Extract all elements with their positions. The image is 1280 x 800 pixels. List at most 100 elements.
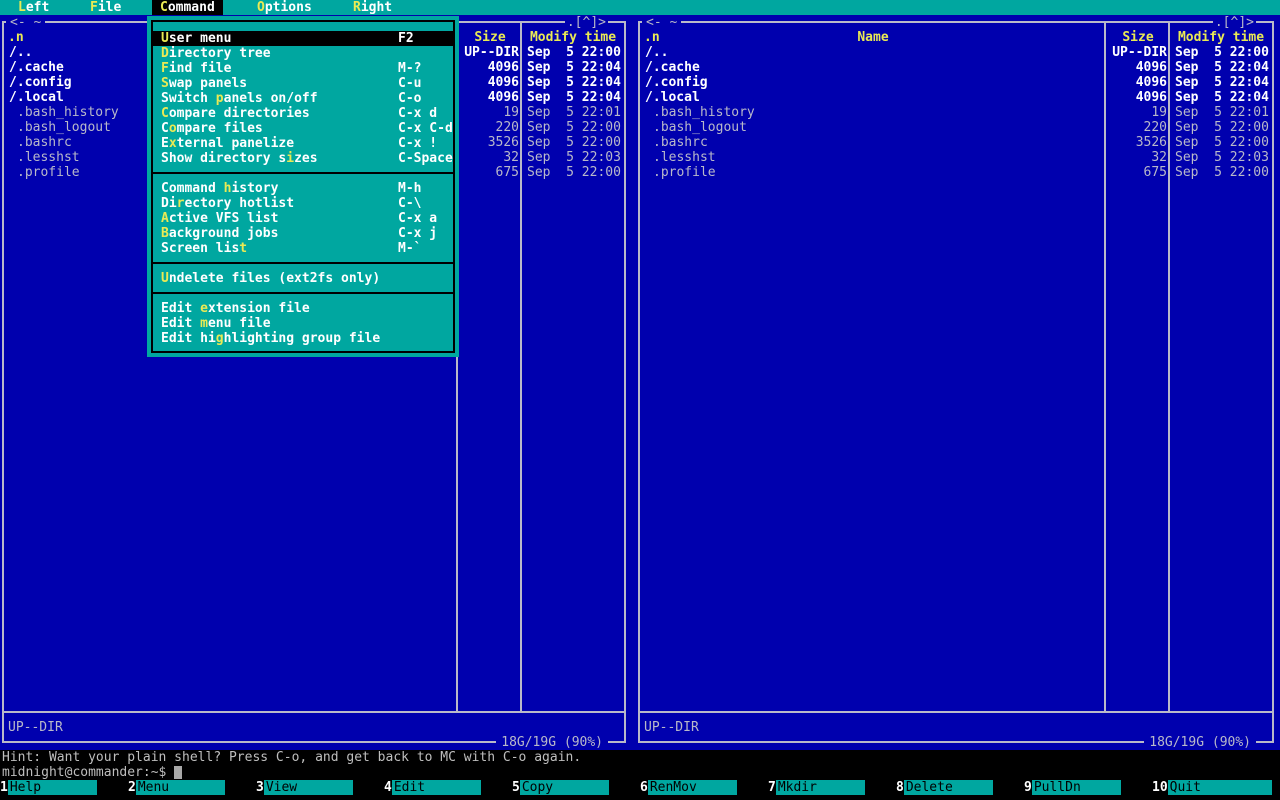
panel-path[interactable]: <- ~ (642, 15, 682, 30)
menu-item-find-file[interactable]: Find file M-? (153, 61, 453, 76)
fkey-pulldn[interactable]: 9 PullDn (1024, 780, 1152, 795)
file-size: 4096 (487, 90, 519, 105)
mini-status: UP--DIR (644, 720, 699, 735)
file-size: 4096 (1135, 75, 1167, 90)
column-header-modify[interactable]: Modify time (522, 30, 624, 45)
hotkey-letter: B (161, 226, 169, 241)
file-modify-time: Sep 5 22:04 (527, 60, 621, 75)
fkey-label: Menu (135, 780, 225, 795)
menu-item-external-panelize[interactable]: External panelize C-x ! (153, 136, 453, 151)
menu-item-user-menu[interactable]: User menu F2 (153, 31, 453, 46)
hotkey-letter: S (161, 76, 169, 91)
fkey-menu[interactable]: 2 Menu (128, 780, 256, 795)
menubar-item-options[interactable]: Options (249, 0, 320, 16)
menu-item-command-history[interactable]: Command history M-h (153, 181, 453, 196)
menu-item-label: User menu (161, 31, 232, 46)
menu-item-compare-files[interactable]: Compare files C-x C-d (153, 121, 453, 136)
menu-item-directory-hotlist[interactable]: Directory hotlist C-\ (153, 196, 453, 211)
file-row-cache[interactable]: /.cache 4096 Sep 5 22:04 (640, 60, 1272, 75)
menu-item-edit-highlighting-group-file[interactable]: Edit highlighting group file (153, 331, 453, 346)
fkey-delete[interactable]: 8 Delete (896, 780, 1024, 795)
fkey-mkdir[interactable]: 7 Mkdir (768, 780, 896, 795)
menu-item-undelete-files-ext2fs-only[interactable]: Undelete files (ext2fs only) (153, 271, 453, 286)
fkey-number: 10 (1152, 780, 1168, 795)
file-name: .profile (653, 165, 716, 180)
menubar-item-right[interactable]: Right (345, 0, 400, 16)
hotkey-letter: O (257, 0, 265, 15)
file-name: /.. (645, 45, 669, 60)
menu-item-label: Background jobs (161, 226, 279, 241)
file-row-profile[interactable]: .profile 675 Sep 5 22:00 (640, 165, 1272, 180)
menu-item-label: Screen list (161, 241, 248, 256)
fkey-copy[interactable]: 5 Copy (512, 780, 640, 795)
file-name: .lesshst (653, 150, 716, 165)
shell-prompt: midnight@commander:~$ (2, 765, 175, 780)
hotkey-letter: e (200, 301, 208, 316)
panel-scroll-marker[interactable]: .[^]> (564, 15, 608, 30)
column-header-size[interactable]: Size (458, 30, 522, 45)
file-size: 675 (495, 165, 519, 180)
menu-item-show-directory-sizes[interactable]: Show directory sizes C-Space (153, 151, 453, 166)
menu-item-label: Compare directories (161, 106, 310, 121)
file-size: 4096 (487, 75, 519, 90)
file-modify-time: Sep 5 22:04 (1175, 90, 1269, 105)
file-modify-time: Sep 5 22:04 (1175, 75, 1269, 90)
hotkey-letter: F (161, 61, 169, 76)
file-row-lesshst[interactable]: .lesshst 32 Sep 5 22:03 (640, 150, 1272, 165)
panel-scroll-marker[interactable]: .[^]> (1212, 15, 1256, 30)
file-size: 220 (1143, 120, 1167, 135)
file-row-bashrc[interactable]: .bashrc 3526 Sep 5 22:00 (640, 135, 1272, 150)
file-row-bash-history[interactable]: .bash_history 19 Sep 5 22:01 (640, 105, 1272, 120)
column-header-modify[interactable]: Modify time (1170, 30, 1272, 45)
fkey-quit[interactable]: 10 Quit (1152, 780, 1280, 795)
menu-item-directory-tree[interactable]: Directory tree (153, 46, 453, 61)
menu-item-background-jobs[interactable]: Background jobs C-x j (153, 226, 453, 241)
fkey-label: Mkdir (775, 780, 865, 795)
menu-separator (153, 166, 453, 181)
file-row-bash-logout[interactable]: .bash_logout 220 Sep 5 22:00 (640, 120, 1272, 135)
hotkey-letter: U (161, 271, 169, 286)
fkey-edit[interactable]: 4 Edit (384, 780, 512, 795)
file-modify-time: Sep 5 22:01 (1175, 105, 1269, 120)
file-row-config[interactable]: /.config 4096 Sep 5 22:04 (640, 75, 1272, 90)
command-line[interactable]: midnight@commander:~$ (2, 765, 183, 780)
function-key-bar: 1 Help 2 Menu 3 View 4 Edit 5 Copy 6 RenMov 7 Mkdir 8 D… (0, 780, 1280, 795)
hotkey-letter: g (215, 331, 224, 346)
menu-item-shortcut: M-? (398, 61, 422, 76)
menu-item-edit-menu-file[interactable]: Edit menu file (153, 316, 453, 331)
fkey-renmov[interactable]: 6 RenMov (640, 780, 768, 795)
file-row-[interactable]: /.. UP--DIR Sep 5 22:00 (640, 45, 1272, 60)
file-name: .bash_logout (653, 120, 747, 135)
file-modify-time: Sep 5 22:00 (527, 165, 621, 180)
file-row-local[interactable]: /.local 4096 Sep 5 22:04 (640, 90, 1272, 105)
menubar-item-file[interactable]: File (82, 0, 129, 16)
menu-item-compare-directories[interactable]: Compare directories C-x d (153, 106, 453, 121)
menu-item-edit-extension-file[interactable]: Edit extension file (153, 301, 453, 316)
menu-separator (153, 256, 453, 271)
file-size: 32 (1151, 150, 1167, 165)
menu-item-label: Show directory sizes (161, 151, 318, 166)
fkey-label: Edit (391, 780, 481, 795)
menubar-item-command[interactable]: Command (152, 0, 223, 16)
sort-indicator: .n (8, 30, 24, 45)
menu-item-active-vfs-list[interactable]: Active VFS list C-x a (153, 211, 453, 226)
fkey-help[interactable]: 1 Help (0, 780, 128, 795)
fkey-label: View (263, 780, 353, 795)
mini-status: UP--DIR (8, 720, 63, 735)
menubar-item-left[interactable]: Left (10, 0, 57, 16)
fkey-label: Help (7, 780, 97, 795)
panel-path[interactable]: <- ~ (6, 15, 46, 30)
file-name: .bashrc (653, 135, 708, 150)
column-header-size[interactable]: Size (1106, 30, 1170, 45)
hotkey-letter: i (286, 151, 295, 166)
column-header-name[interactable]: .n Name (640, 30, 1106, 45)
fkey-label: Copy (519, 780, 609, 795)
menu-item-label: Command history (161, 181, 279, 196)
menu-item-screen-list[interactable]: Screen list M-` (153, 241, 453, 256)
menu-item-swap-panels[interactable]: Swap panels C-u (153, 76, 453, 91)
file-modify-time: Sep 5 22:00 (527, 135, 621, 150)
fkey-number: 1 (0, 780, 8, 795)
menu-item-switch-panels-on-off[interactable]: Switch panels on/off C-o (153, 91, 453, 106)
fkey-view[interactable]: 3 View (256, 780, 384, 795)
menu-item-shortcut (398, 301, 453, 316)
